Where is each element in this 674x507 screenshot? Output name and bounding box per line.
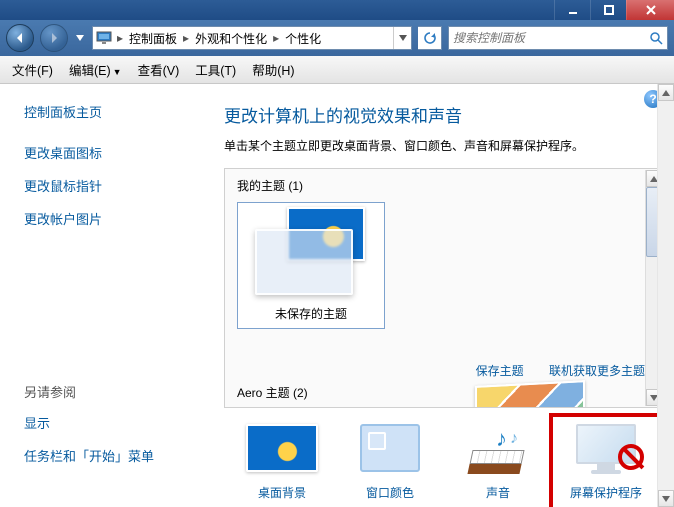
monitor-icon [93,27,115,49]
page-title: 更改计算机上的视觉效果和声音 [224,102,664,127]
chevron-down-icon: ▼ [113,67,122,77]
window-preview [255,229,353,295]
get-more-themes-link[interactable]: 联机获取更多主题 [549,364,645,378]
breadcrumb-item[interactable]: 控制面板 [125,27,181,49]
themes-panel: 我的主题 (1) 未保存的主题 保存主题 联机获取更多主题 Aero 主题 (2… [224,168,664,408]
scroll-down-button[interactable] [658,490,674,507]
sidebar-link-home[interactable]: 控制面板主页 [24,102,210,121]
main-scrollbar[interactable] [657,84,674,507]
maximize-button[interactable] [590,0,626,20]
sidebar-link-mouse-pointers[interactable]: 更改鼠标指针 [24,176,210,195]
menu-edit[interactable]: 编辑(E)▼ [61,56,130,83]
close-button[interactable] [626,0,674,20]
recent-pages-dropdown[interactable] [74,35,86,41]
menu-label: 编辑(E) [69,64,111,78]
theme-label: 未保存的主题 [244,301,378,326]
chevron-right-icon: ▸ [115,31,125,45]
sidebar-link-desktop-icons[interactable]: 更改桌面图标 [24,143,210,162]
tile-label: 窗口颜色 [340,484,440,501]
menu-file[interactable]: 文件(F) [4,56,61,83]
tile-label: 屏幕保护程序 [562,484,650,501]
menu-tools[interactable]: 工具(T) [187,56,244,83]
search-icon [649,31,663,45]
aero-theme-thumbnail[interactable] [475,380,585,408]
save-theme-link[interactable]: 保存主题 [476,364,524,378]
search-box[interactable] [448,26,668,50]
chevron-right-icon: ▸ [181,31,191,45]
address-dropdown[interactable] [393,27,411,49]
wallpaper-icon [246,424,318,472]
forward-button[interactable] [40,24,68,52]
aero-themes-label: Aero 主题 (2) [237,384,308,401]
page-subtitle: 单击某个主题立即更改桌面背景、窗口颜色、声音和屏幕保护程序。 [224,137,664,154]
window-color-icon [360,424,420,472]
window-color-tile[interactable]: 窗口颜色 [340,424,440,501]
sounds-tile[interactable]: ♪♪ 声音 [448,424,548,501]
sidebar-link-taskbar-start[interactable]: 任务栏和「开始」菜单 [24,446,210,465]
scroll-up-button[interactable] [658,84,674,101]
menu-bar: 文件(F) 编辑(E)▼ 查看(V) 工具(T) 帮助(H) [0,56,674,84]
search-input[interactable] [453,31,649,45]
tile-label: 桌面背景 [232,484,332,501]
sidebar: 控制面板主页 更改桌面图标 更改鼠标指针 更改帐户图片 另请参阅 显示 任务栏和… [0,84,210,507]
desktop-background-tile[interactable]: 桌面背景 [232,424,332,501]
disabled-icon [618,444,644,470]
back-button[interactable] [6,24,34,52]
theme-tile-unsaved[interactable]: 未保存的主题 [237,202,385,329]
tile-label: 声音 [448,484,548,501]
menu-view[interactable]: 查看(V) [130,56,188,83]
address-bar[interactable]: ▸ 控制面板 ▸ 外观和个性化 ▸ 个性化 [92,26,412,50]
breadcrumb-item[interactable]: 个性化 [281,27,325,49]
screensaver-tile[interactable]: 屏幕保护程序 [556,420,656,505]
minimize-button[interactable] [554,0,590,20]
main-content: ? 更改计算机上的视觉效果和声音 单击某个主题立即更改桌面背景、窗口颜色、声音和… [210,84,674,507]
see-also-heading: 另请参阅 [24,382,210,401]
menu-help[interactable]: 帮助(H) [244,56,302,83]
screensaver-icon [570,424,642,476]
sound-icon: ♪♪ [462,424,534,476]
chevron-right-icon: ▸ [271,31,281,45]
sidebar-link-account-picture[interactable]: 更改帐户图片 [24,209,210,228]
my-themes-label: 我的主题 (1) [237,177,651,194]
breadcrumb-item[interactable]: 外观和个性化 [191,27,271,49]
sidebar-link-display[interactable]: 显示 [24,413,210,432]
refresh-button[interactable] [418,26,442,50]
